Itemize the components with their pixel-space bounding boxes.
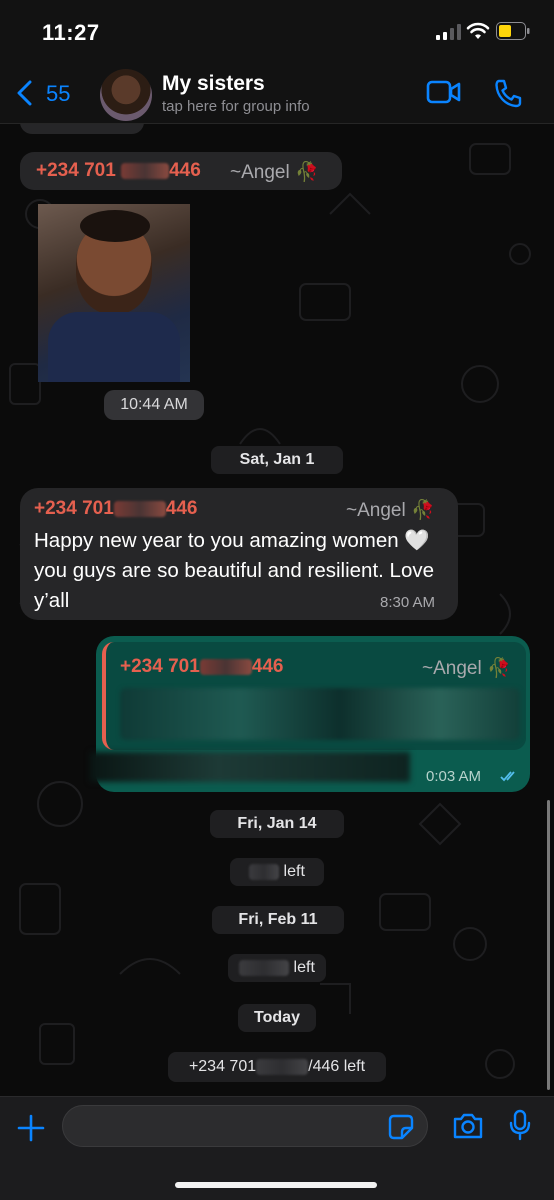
signal-icon <box>436 24 461 40</box>
chat-header: 55 My sisters tap here for group info <box>0 62 554 124</box>
quoted-reply[interactable]: +234 701 446 ~Angel 🥀 <box>102 642 526 750</box>
status-time: 11:27 <box>42 20 100 45</box>
outgoing-message-bubble[interactable]: +234 701 446 ~Angel 🥀 0:03 AM <box>90 636 530 792</box>
sender-phone[interactable]: +234 701 446 <box>34 498 197 520</box>
quoted-sender-tag: ~Angel 🥀 <box>422 658 511 679</box>
redacted-reply-content <box>90 752 410 782</box>
wifi-icon <box>466 22 490 39</box>
date-separator: Fri, Feb 11 <box>212 906 344 934</box>
redacted-digits <box>199 658 252 675</box>
photo-timestamp: 10:44 AM <box>104 390 204 420</box>
phone-icon[interactable] <box>494 78 522 108</box>
back-chevron-icon <box>17 80 32 106</box>
status-bar: 11:27 <box>0 0 554 62</box>
back-button[interactable]: 55 <box>14 76 78 110</box>
sender-phone[interactable]: +234 701 446 <box>36 160 201 182</box>
date-separator: Today <box>238 1004 316 1032</box>
shared-photo[interactable] <box>38 204 190 382</box>
message-time: 8:30 AM <box>380 594 436 611</box>
microphone-icon[interactable] <box>508 1109 532 1141</box>
date-separator: Fri, Jan 14 <box>210 810 344 838</box>
unread-count: 55 <box>46 81 71 106</box>
message-input[interactable] <box>62 1105 428 1147</box>
redacted-name <box>249 863 280 880</box>
battery-icon <box>496 22 530 40</box>
camera-icon[interactable] <box>452 1112 484 1140</box>
date-separator: Sat, Jan 1 <box>211 446 343 474</box>
redacted-digits <box>256 1058 309 1075</box>
group-name[interactable]: My sisters <box>162 72 265 96</box>
incoming-message-bubble[interactable]: +234 701 446 ~Angel 🥀 Happy new year to y… <box>20 488 458 620</box>
message-time: 0:03 AM <box>426 768 482 785</box>
sender-tag: ~Angel 🥀 <box>230 162 319 183</box>
message-sender-chip[interactable]: +234 701 446 ~Angel 🥀 <box>20 152 342 190</box>
group-info-hint[interactable]: tap here for group info <box>162 98 310 115</box>
previous-message-bubble[interactable] <box>20 124 144 134</box>
redacted-digits <box>121 162 170 179</box>
redacted-quote-content <box>120 688 520 740</box>
sticker-icon[interactable] <box>388 1114 414 1140</box>
redacted-name <box>239 959 290 976</box>
plus-icon[interactable] <box>16 1113 46 1143</box>
chat-area[interactable]: +234 701 446 ~Angel 🥀 10:44 AM Sat, Jan … <box>0 124 554 1096</box>
group-avatar[interactable] <box>100 69 152 121</box>
read-ticks-icon <box>500 771 515 782</box>
sender-tag: ~Angel 🥀 <box>346 500 435 521</box>
video-call-icon[interactable] <box>426 78 462 106</box>
home-indicator[interactable] <box>175 1182 377 1188</box>
system-message: +234 701/446 left <box>168 1052 386 1082</box>
scroll-indicator[interactable] <box>547 800 550 1090</box>
system-message: left <box>228 954 326 982</box>
redacted-digits <box>113 500 166 517</box>
system-message: left <box>230 858 324 886</box>
quoted-sender-phone: +234 701 446 <box>120 656 284 677</box>
